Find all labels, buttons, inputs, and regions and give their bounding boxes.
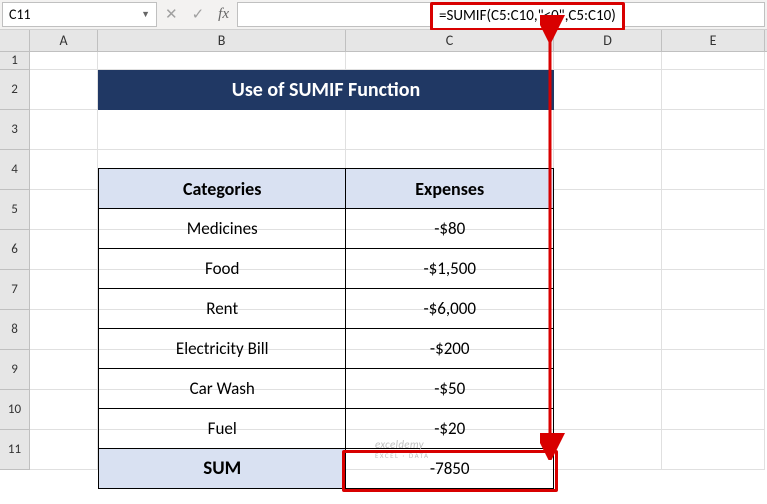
name-box[interactable]: C11 ▼: [2, 2, 157, 27]
col-header-D[interactable]: D: [554, 30, 662, 51]
cell[interactable]: [30, 190, 98, 230]
cell[interactable]: [30, 430, 98, 470]
row-header-6[interactable]: 6: [0, 230, 30, 270]
cell[interactable]: [30, 350, 98, 390]
table-title-text: Use of SUMIF Function: [232, 78, 420, 102]
cell-expense[interactable]: -$80: [346, 209, 554, 249]
fx-icon[interactable]: fx: [218, 6, 229, 23]
cell[interactable]: [662, 70, 765, 110]
cell[interactable]: [30, 270, 98, 310]
cell[interactable]: [346, 52, 554, 70]
cell[interactable]: [30, 230, 98, 270]
cell[interactable]: [30, 52, 98, 70]
cell-expense[interactable]: -$200: [346, 329, 554, 369]
row-header-11[interactable]: 11: [0, 430, 30, 470]
cell-category[interactable]: Fuel: [99, 409, 346, 449]
formula-bar-buttons: ✕ ✓ fx: [157, 0, 237, 29]
formula-text: =SUMIF(C5:C10,"<0",C5:C10): [439, 7, 616, 25]
cell[interactable]: [554, 430, 662, 470]
cell[interactable]: [554, 52, 662, 70]
cell[interactable]: [554, 70, 662, 110]
table-row: Rent-$6,000: [99, 289, 554, 329]
cell-category[interactable]: Food: [99, 249, 346, 289]
cell[interactable]: [662, 230, 765, 270]
cell[interactable]: [662, 150, 765, 190]
table-row: Electricity Bill-$200: [99, 329, 554, 369]
cell[interactable]: [554, 230, 662, 270]
cell-category[interactable]: Electricity Bill: [99, 329, 346, 369]
cell[interactable]: [554, 350, 662, 390]
cell[interactable]: [30, 70, 98, 110]
row-header-3[interactable]: 3: [0, 110, 30, 150]
name-box-dropdown-icon[interactable]: ▼: [141, 9, 150, 20]
cell-category[interactable]: Car Wash: [99, 369, 346, 409]
cell[interactable]: [662, 430, 765, 470]
cell-expense[interactable]: -$20: [346, 409, 554, 449]
formula-callout: =SUMIF(C5:C10,"<0",C5:C10): [430, 2, 625, 31]
sum-row: SUM -7850: [99, 449, 554, 489]
formula-bar: C11 ▼ ✕ ✓ fx: [0, 0, 767, 30]
header-expenses[interactable]: Expenses: [346, 169, 554, 209]
cell-category[interactable]: Rent: [99, 289, 346, 329]
cell[interactable]: [554, 390, 662, 430]
cell[interactable]: [98, 52, 346, 70]
cell[interactable]: [554, 110, 662, 150]
cell[interactable]: [98, 110, 346, 150]
sum-value[interactable]: -7850: [346, 449, 554, 489]
row-header-2[interactable]: 2: [0, 70, 30, 110]
col-header-E[interactable]: E: [662, 30, 765, 51]
cell-expense[interactable]: -$50: [346, 369, 554, 409]
sum-label[interactable]: SUM: [99, 449, 346, 489]
cell[interactable]: [30, 310, 98, 350]
cell[interactable]: [30, 390, 98, 430]
row-header-10[interactable]: 10: [0, 390, 30, 430]
cell[interactable]: [662, 350, 765, 390]
cell-category[interactable]: Medicines: [99, 209, 346, 249]
cell[interactable]: [554, 190, 662, 230]
cell[interactable]: [662, 190, 765, 230]
col-header-C[interactable]: C: [346, 30, 554, 51]
data-table: Categories Expenses Medicines-$80 Food-$…: [98, 168, 554, 489]
table-title[interactable]: Use of SUMIF Function: [98, 70, 554, 110]
cell[interactable]: [30, 150, 98, 190]
col-header-B[interactable]: B: [98, 30, 346, 51]
cancel-icon[interactable]: ✕: [165, 5, 178, 24]
cell[interactable]: [30, 110, 98, 150]
header-categories[interactable]: Categories: [99, 169, 346, 209]
cell[interactable]: [554, 310, 662, 350]
table-row: Food-$1,500: [99, 249, 554, 289]
column-headers: A B C D E: [0, 30, 767, 52]
row-header-9[interactable]: 9: [0, 350, 30, 390]
cell[interactable]: [554, 270, 662, 310]
cell[interactable]: [662, 390, 765, 430]
cell[interactable]: [346, 110, 554, 150]
cell[interactable]: [662, 270, 765, 310]
cell-expense[interactable]: -$1,500: [346, 249, 554, 289]
worksheet: A B C D E 1 2 3 4 5 6 7 8 9 10 11 Use of…: [0, 30, 767, 504]
row-header-8[interactable]: 8: [0, 310, 30, 350]
cell[interactable]: [662, 110, 765, 150]
row-header-4[interactable]: 4: [0, 150, 30, 190]
col-header-A[interactable]: A: [30, 30, 98, 51]
row-header-5[interactable]: 5: [0, 190, 30, 230]
table-row: Car Wash-$50: [99, 369, 554, 409]
row-header-7[interactable]: 7: [0, 270, 30, 310]
cell[interactable]: [662, 52, 765, 70]
enter-icon[interactable]: ✓: [192, 5, 205, 24]
table-row: Fuel-$20: [99, 409, 554, 449]
table-row: Medicines-$80: [99, 209, 554, 249]
cell[interactable]: [554, 150, 662, 190]
cell[interactable]: [662, 310, 765, 350]
row-header-1[interactable]: 1: [0, 52, 30, 70]
name-box-value: C11: [9, 6, 141, 23]
cell-expense[interactable]: -$6,000: [346, 289, 554, 329]
select-all-cell[interactable]: [0, 30, 30, 51]
